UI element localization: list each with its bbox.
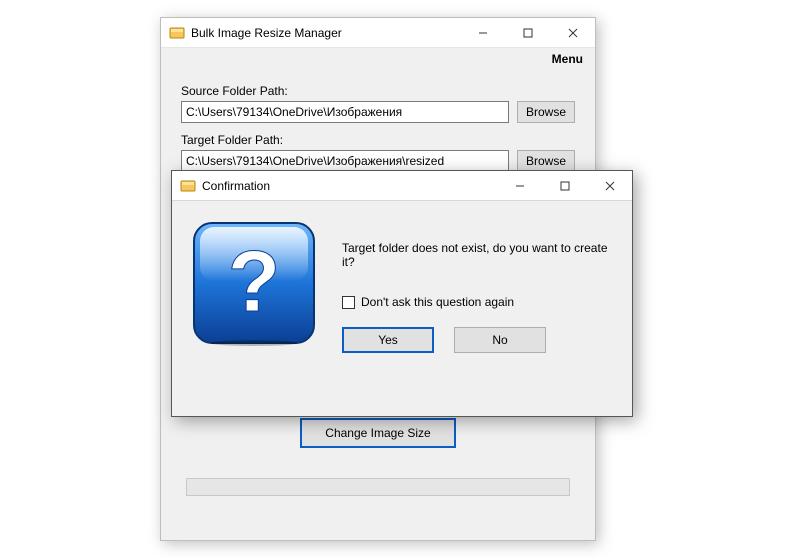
source-browse-button[interactable]: Browse (517, 101, 575, 123)
dialog-content: Target folder does not exist, do you wan… (342, 219, 610, 353)
close-button[interactable] (550, 18, 595, 47)
main-titlebar: Bulk Image Resize Manager (161, 18, 595, 48)
minimize-button[interactable] (460, 18, 505, 47)
dialog-message: Target folder does not exist, do you wan… (342, 241, 610, 269)
dialog-close-button[interactable] (587, 171, 632, 200)
checkbox-label: Don't ask this question again (361, 295, 514, 309)
dont-ask-again-checkbox[interactable]: Don't ask this question again (342, 295, 610, 309)
progress-bar (186, 478, 570, 496)
yes-button[interactable]: Yes (342, 327, 434, 353)
checkbox-box[interactable] (342, 296, 355, 309)
menu-bar: Menu (161, 48, 595, 70)
change-image-size-button[interactable]: Change Image Size (300, 418, 456, 448)
svg-text:?: ? (228, 234, 281, 330)
dialog-maximize-button[interactable] (542, 171, 587, 200)
dialog-button-row: Yes No (342, 327, 610, 353)
question-icon: ? (190, 219, 318, 347)
confirmation-dialog: Confirmation (171, 170, 633, 417)
dialog-body: ? Target folder does not exist, do you w… (172, 201, 632, 369)
target-browse-button[interactable]: Browse (517, 150, 575, 172)
no-button[interactable]: No (454, 327, 546, 353)
target-folder-label: Target Folder Path: (181, 133, 575, 147)
source-folder-label: Source Folder Path: (181, 84, 575, 98)
dialog-titlebar: Confirmation (172, 171, 632, 201)
dialog-title: Confirmation (202, 179, 270, 193)
dialog-app-icon (180, 178, 196, 194)
maximize-button[interactable] (505, 18, 550, 47)
app-icon (169, 25, 185, 41)
source-folder-input[interactable] (181, 101, 509, 123)
target-folder-input[interactable] (181, 150, 509, 172)
main-title: Bulk Image Resize Manager (191, 26, 342, 40)
menu-item-menu[interactable]: Menu (552, 52, 583, 66)
dialog-minimize-button[interactable] (497, 171, 542, 200)
